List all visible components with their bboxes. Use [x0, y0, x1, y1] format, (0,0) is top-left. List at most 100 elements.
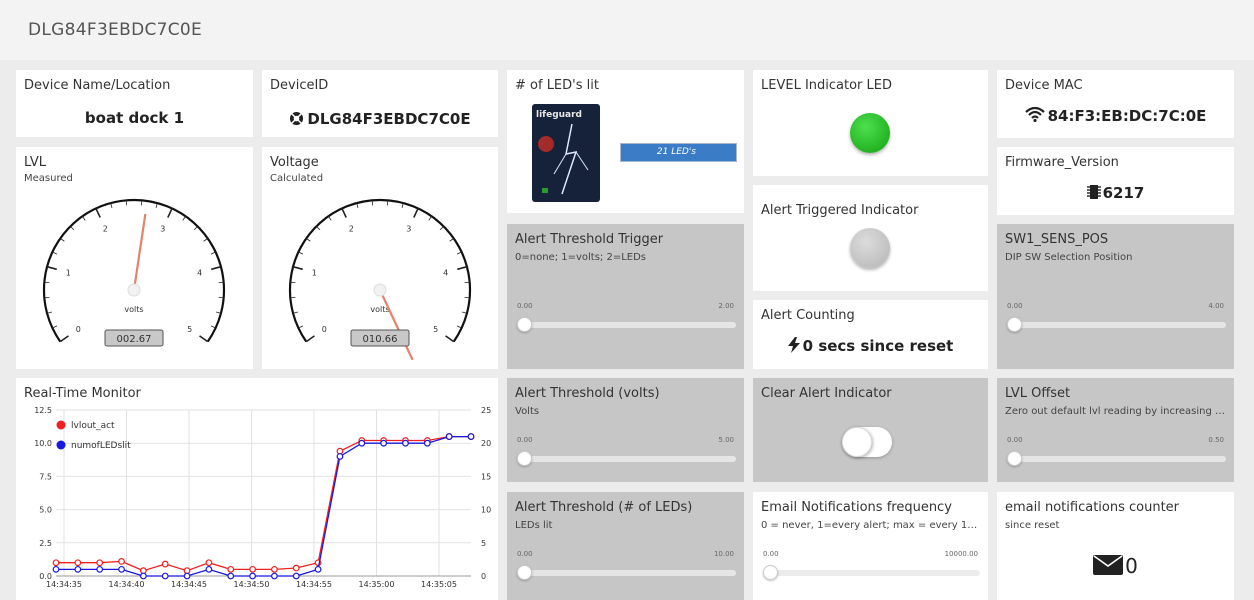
chart-y-left-tick: 2.5 [39, 539, 52, 548]
gauge-major-tick [167, 208, 173, 218]
alert-led [850, 228, 890, 268]
data-point [467, 433, 475, 440]
chart-y-right-tick: 0 [481, 572, 486, 581]
gauge-major-tick [46, 265, 57, 271]
data-point [358, 439, 366, 447]
level-indicator-card: LEVEL Indicator LED [753, 70, 988, 176]
gauge-minor-tick [182, 216, 186, 221]
data-point [118, 557, 125, 565]
slider-track[interactable] [765, 570, 980, 576]
data-point [183, 572, 191, 580]
card-subtitle: Measured [24, 173, 73, 184]
gauge-tick-label: 5 [187, 325, 192, 334]
slider-handle[interactable] [763, 565, 778, 580]
gauge-minor-tick [298, 251, 304, 255]
gauge-tick-label: 0 [76, 325, 81, 334]
slider-handle[interactable] [1007, 317, 1022, 332]
slider-track[interactable] [519, 456, 736, 462]
gauge-minor-tick [328, 216, 332, 221]
alert-threshold-volts-slider[interactable]: 0.00 5.00 [515, 436, 736, 470]
data-point [380, 439, 388, 447]
lifeguard-device-image: lifeguard [532, 104, 600, 202]
slider-handle[interactable] [517, 451, 532, 466]
slider-track[interactable] [1009, 456, 1226, 462]
card-title: LVL Offset [1005, 386, 1071, 401]
device-id-row: DLG84F3EBDC7C0E [262, 110, 498, 128]
gauge-minor-tick [203, 238, 208, 242]
gauge-major-tick [95, 208, 101, 218]
email-counter-row: 0 [997, 554, 1234, 578]
gauge-major-tick [457, 265, 468, 271]
slider-track[interactable] [1009, 322, 1226, 328]
card-subtitle: 0=none; 1=volts; 2=LEDs [515, 252, 647, 263]
slider-track[interactable] [519, 322, 736, 328]
card-subtitle: Calculated [270, 173, 324, 184]
chart-y-left-tick: 5.0 [39, 506, 52, 515]
data-point [423, 439, 431, 447]
card-title: Alert Threshold (# of LEDs) [515, 500, 693, 515]
gauge-major-tick [292, 265, 303, 271]
gauge-unit-label: volts [124, 305, 143, 314]
slider-min: 0.00 [763, 550, 779, 558]
clear-alert-card: Clear Alert Indicator [753, 378, 988, 482]
slider-min: 0.00 [517, 550, 533, 558]
gauge-minor-tick [456, 251, 462, 255]
card-title: Firmware_Version [1005, 155, 1119, 170]
card-title: SW1_SENS_POS [1005, 232, 1109, 247]
data-point [292, 572, 300, 580]
gauge-tick-label: 2 [103, 224, 108, 233]
legend-marker [56, 420, 66, 430]
card-title: LVL [24, 155, 46, 170]
data-point [52, 565, 60, 573]
slider-max: 4.00 [1208, 302, 1224, 310]
clear-alert-toggle[interactable] [842, 427, 892, 457]
card-subtitle: since reset [1005, 520, 1060, 531]
voltage-gauge-card: Voltage Calculated 0 1 2 3 4 5 volts 010.66 [262, 147, 498, 369]
card-title: Alert Counting [761, 308, 855, 323]
device-mac-row: 84:F3:EB:DC:7C:0E [997, 106, 1234, 125]
slider-handle[interactable] [517, 565, 532, 580]
gauge-value: 010.66 [363, 334, 398, 345]
toggle-knob[interactable] [842, 427, 872, 457]
chart-y-right-tick: 15 [481, 472, 491, 481]
slider-handle[interactable] [1007, 451, 1022, 466]
chart-y-left-tick: 7.5 [39, 472, 52, 481]
chip-icon [1086, 185, 1101, 199]
real-time-chart: 0.02.55.07.510.012.5051015202514:34:35 14… [34, 406, 491, 589]
slider-min: 0.00 [1007, 302, 1023, 310]
slider-track[interactable] [519, 570, 736, 576]
gauge-minor-tick [428, 216, 432, 221]
life-ring-icon [290, 111, 304, 126]
data-point [205, 565, 213, 573]
chart-y-right-tick: 10 [481, 506, 491, 515]
data-point [271, 565, 278, 573]
card-title: email notifications counter [1005, 500, 1180, 515]
legend-marker [56, 440, 66, 450]
data-point [74, 559, 82, 567]
led-count-bar: 21 LED's [620, 143, 737, 162]
card-subtitle: LEDs lit [515, 520, 553, 531]
device-mac-value: 84:F3:EB:DC:7C:0E [1047, 107, 1207, 125]
slider-handle[interactable] [517, 317, 532, 332]
lvl-offset-slider[interactable]: 0.00 0.50 [1005, 436, 1226, 470]
chart-x-tick: 14:35:05 [421, 580, 457, 589]
gauge-minor-tick [439, 226, 444, 231]
gauge-minor-tick [52, 325, 58, 329]
chart-x-tick: 14:34:40 [109, 580, 145, 589]
data-point [271, 572, 278, 580]
data-point [249, 565, 256, 573]
sw1-sens-pos-card: SW1_SENS_POS DIP SW Selection Position 0… [997, 224, 1234, 369]
chart-x-tick: 14:34:50 [234, 580, 270, 589]
gauge-minor-tick [210, 325, 216, 329]
alert-threshold-leds-slider[interactable]: 0.00 10.00 [515, 550, 736, 584]
data-point [314, 565, 322, 573]
sw1-sens-pos-slider[interactable]: 0.00 4.00 [1005, 302, 1226, 336]
data-point [292, 564, 300, 572]
card-subtitle: 0 = never, 1=every alert; max = every 10… [761, 520, 980, 531]
device-mac-card: Device MAC 84:F3:EB:DC:7C:0E [997, 70, 1234, 138]
alert-threshold-trigger-slider[interactable]: 0.00 2.00 [515, 302, 736, 336]
gauge-tick-label: 2 [349, 224, 354, 233]
email-frequency-slider[interactable]: 0.00 10000.00 [761, 550, 980, 584]
lvl-offset-card: LVL Offset Zero out default lvl reading … [997, 378, 1234, 482]
email-counter-card: email notifications counter since reset … [997, 492, 1234, 600]
